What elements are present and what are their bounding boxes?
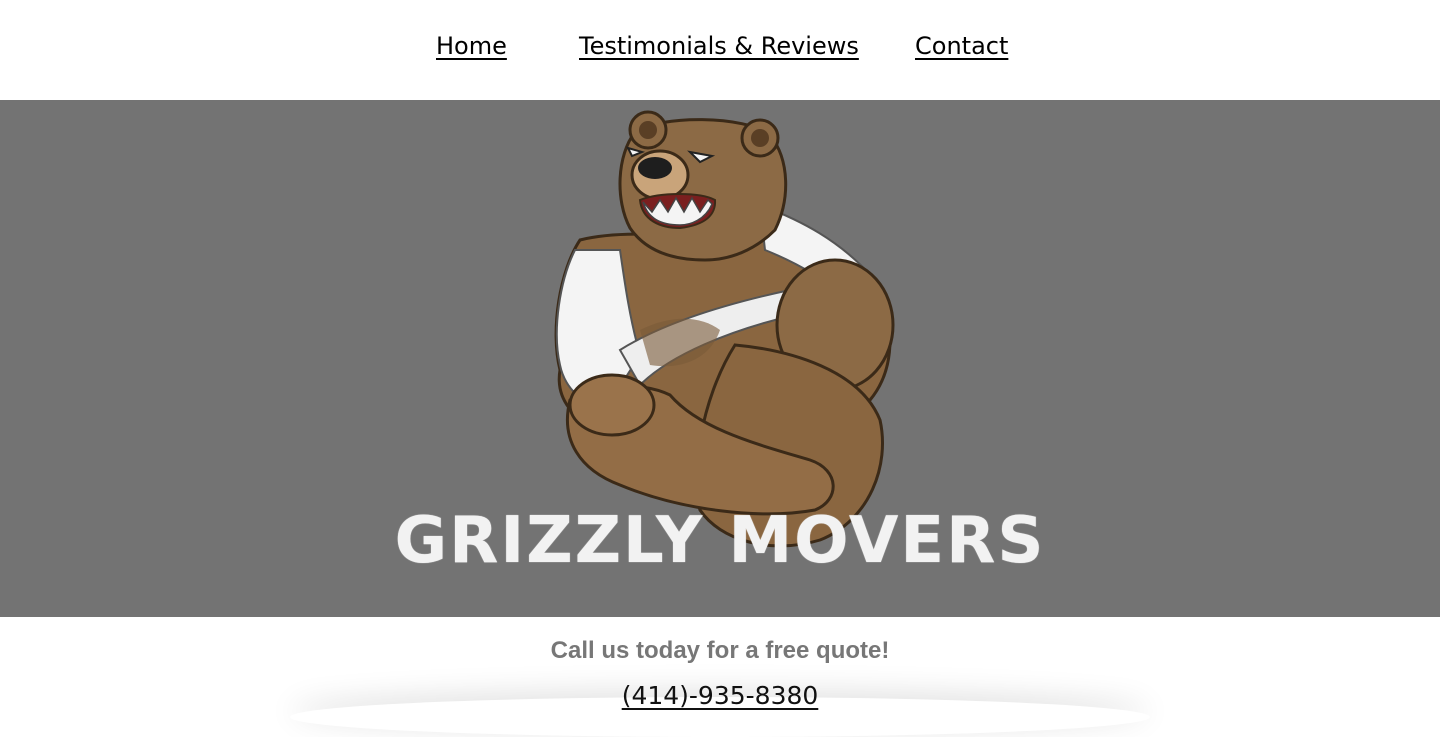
top-navigation: Home Testimonials & Reviews Contact <box>0 0 1440 100</box>
cta-phone-wrapper: (414)-935-8380 <box>0 681 1440 710</box>
hero-banner: GRIZZLY MOVERS <box>0 100 1440 617</box>
call-to-action: Call us today for a free quote! (414)-93… <box>0 617 1440 715</box>
phone-link[interactable]: (414)-935-8380 <box>622 681 819 710</box>
cta-heading: Call us today for a free quote! <box>550 637 890 664</box>
nav-link-testimonials[interactable]: Testimonials & Reviews <box>579 32 859 60</box>
brand-logo-text: GRIZZLY MOVERS <box>394 504 1046 578</box>
nav-link-contact[interactable]: Contact <box>915 32 1008 60</box>
nav-link-home[interactable]: Home <box>436 32 507 60</box>
